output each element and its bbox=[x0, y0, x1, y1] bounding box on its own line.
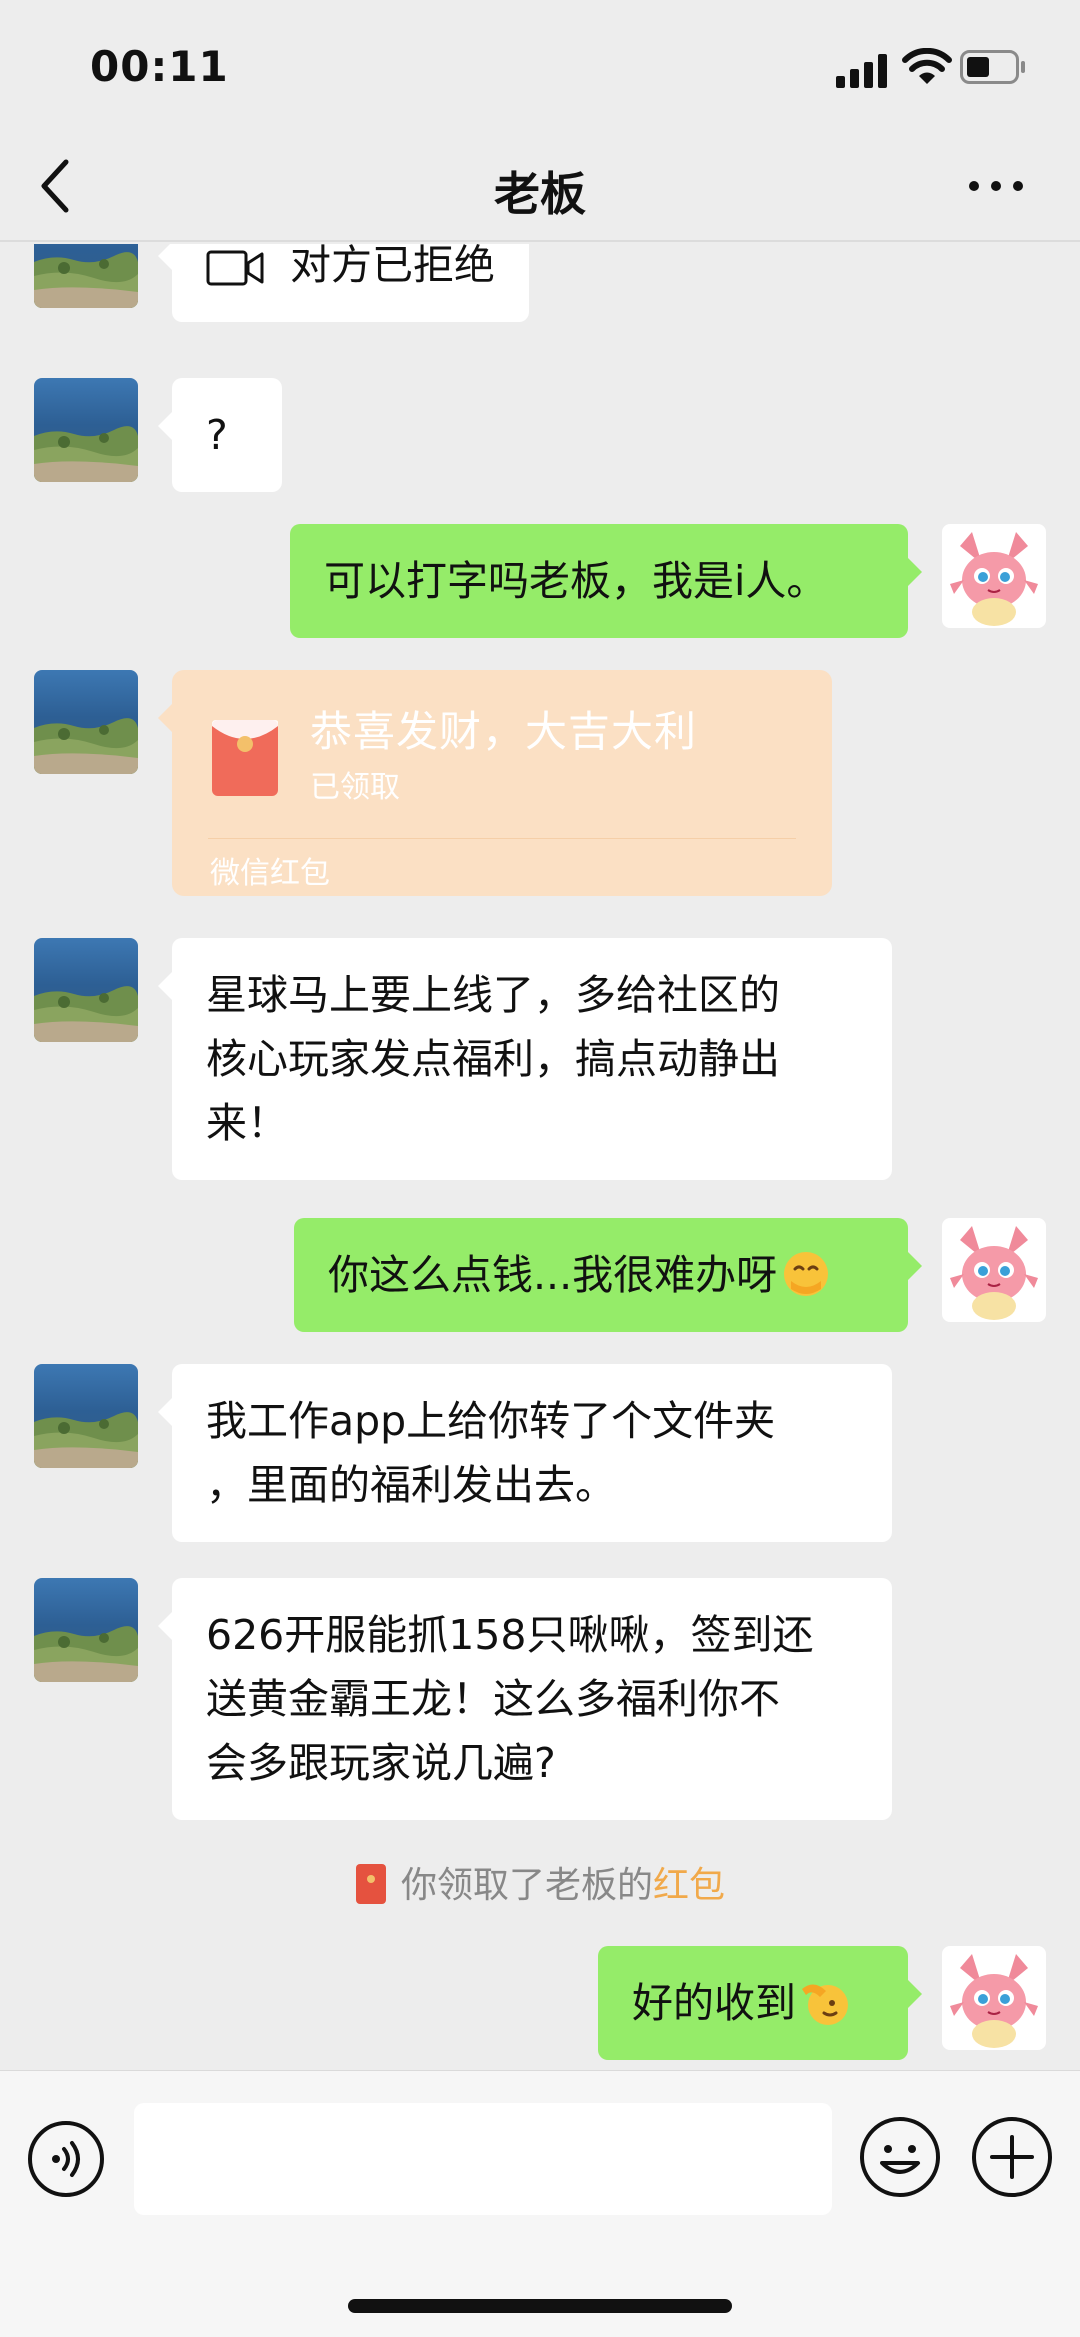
contact-avatar[interactable] bbox=[34, 670, 138, 774]
message-text-line: 送黄金霸王龙！这么多福利你不 bbox=[206, 1675, 780, 1723]
message-text-line: ，里面的福利发出去。 bbox=[206, 1461, 616, 1509]
message-bubble-call-declined[interactable]: 对方已拒绝 bbox=[158, 244, 529, 322]
more-options-icon[interactable] bbox=[966, 176, 1026, 196]
notice-text: 你领取了老板的 bbox=[400, 1865, 653, 1906]
red-packet-card[interactable]: 恭喜发财，大吉大利 已领取 微信红包 bbox=[158, 670, 832, 896]
voice-input-icon[interactable] bbox=[26, 2119, 106, 2199]
contact-avatar[interactable] bbox=[34, 378, 138, 482]
video-call-icon bbox=[206, 250, 264, 286]
message-bubble-self[interactable]: 你这么点钱...我很难办呀 bbox=[294, 1218, 922, 1332]
message-text-line: 会多跟玩家说几遍? bbox=[206, 1739, 556, 1787]
message-bubble-self[interactable]: 可以打字吗老板，我是i人。 bbox=[290, 524, 922, 638]
message-text-line: 星球马上要上线了，多给社区的 bbox=[206, 971, 780, 1019]
contact-avatar[interactable] bbox=[34, 244, 138, 308]
red-packet-status: 已领取 bbox=[310, 770, 400, 805]
message-bubble-self[interactable]: 好的收到 bbox=[598, 1946, 922, 2060]
red-packet-title: 恭喜发财，大吉大利 bbox=[310, 707, 698, 756]
message-text-line: 核心玩家发点福利，搞点动静出 bbox=[206, 1035, 780, 1083]
self-avatar[interactable] bbox=[942, 1218, 1046, 1322]
salute-emoji-icon bbox=[802, 1984, 848, 2025]
message-text-line: 我工作app上给你转了个文件夹 bbox=[206, 1397, 776, 1445]
message-text: 对方已拒绝 bbox=[290, 244, 495, 289]
red-packet-icon bbox=[212, 720, 278, 796]
message-bubble[interactable]: ? bbox=[158, 378, 282, 492]
message-text-line: 626开服能抓158只啾啾，签到还 bbox=[206, 1611, 814, 1659]
message-bubble[interactable]: 626开服能抓158只啾啾，签到还 送黄金霸王龙！这么多福利你不 会多跟玩家说几… bbox=[158, 1578, 892, 1820]
message-text-line: 来！ bbox=[206, 1099, 288, 1147]
status-time: 00:11 bbox=[90, 42, 229, 91]
battery-icon bbox=[960, 50, 1025, 84]
red-packet-link[interactable]: 红包 bbox=[653, 1865, 725, 1906]
wifi-icon bbox=[902, 48, 952, 84]
message-text: 好的收到 bbox=[632, 1979, 796, 2027]
message-bubble[interactable]: 我工作app上给你转了个文件夹 ，里面的福利发出去。 bbox=[158, 1364, 892, 1542]
contact-avatar[interactable] bbox=[34, 1578, 138, 1682]
plus-icon[interactable] bbox=[970, 2115, 1054, 2199]
self-avatar[interactable] bbox=[942, 1946, 1046, 2050]
contact-avatar[interactable] bbox=[34, 1364, 138, 1468]
cellular-signal-icon bbox=[836, 54, 887, 88]
system-notice: 你领取了老板的红包 bbox=[0, 1856, 1080, 1908]
emoji-icon[interactable] bbox=[858, 2115, 942, 2199]
hand-over-mouth-emoji-icon bbox=[784, 1252, 829, 1296]
red-packet-label: 微信红包 bbox=[210, 856, 330, 891]
red-packet-small-icon bbox=[355, 1864, 386, 1904]
status-bar: 00:11 bbox=[0, 0, 1080, 130]
input-bar bbox=[0, 2070, 1080, 2337]
message-text: 可以打字吗老板，我是i人。 bbox=[324, 557, 828, 605]
message-list[interactable]: 对方已拒绝 ? 可以打字吗老板，我是i人。 恭喜发财，大吉大利 已领取 微信红包… bbox=[0, 244, 1080, 2070]
home-indicator[interactable] bbox=[348, 2299, 732, 2313]
message-text: ? bbox=[206, 411, 228, 459]
message-bubble[interactable]: 星球马上要上线了，多给社区的 核心玩家发点福利，搞点动静出 来！ bbox=[158, 938, 892, 1180]
message-text: 你这么点钱...我很难办呀 bbox=[328, 1251, 778, 1299]
self-avatar[interactable] bbox=[942, 524, 1046, 628]
message-input[interactable] bbox=[134, 2103, 832, 2215]
chat-header: 老板 bbox=[0, 130, 1080, 242]
contact-avatar[interactable] bbox=[34, 938, 138, 1042]
chat-title: 老板 bbox=[494, 167, 586, 221]
red-packet-divider bbox=[208, 838, 796, 839]
